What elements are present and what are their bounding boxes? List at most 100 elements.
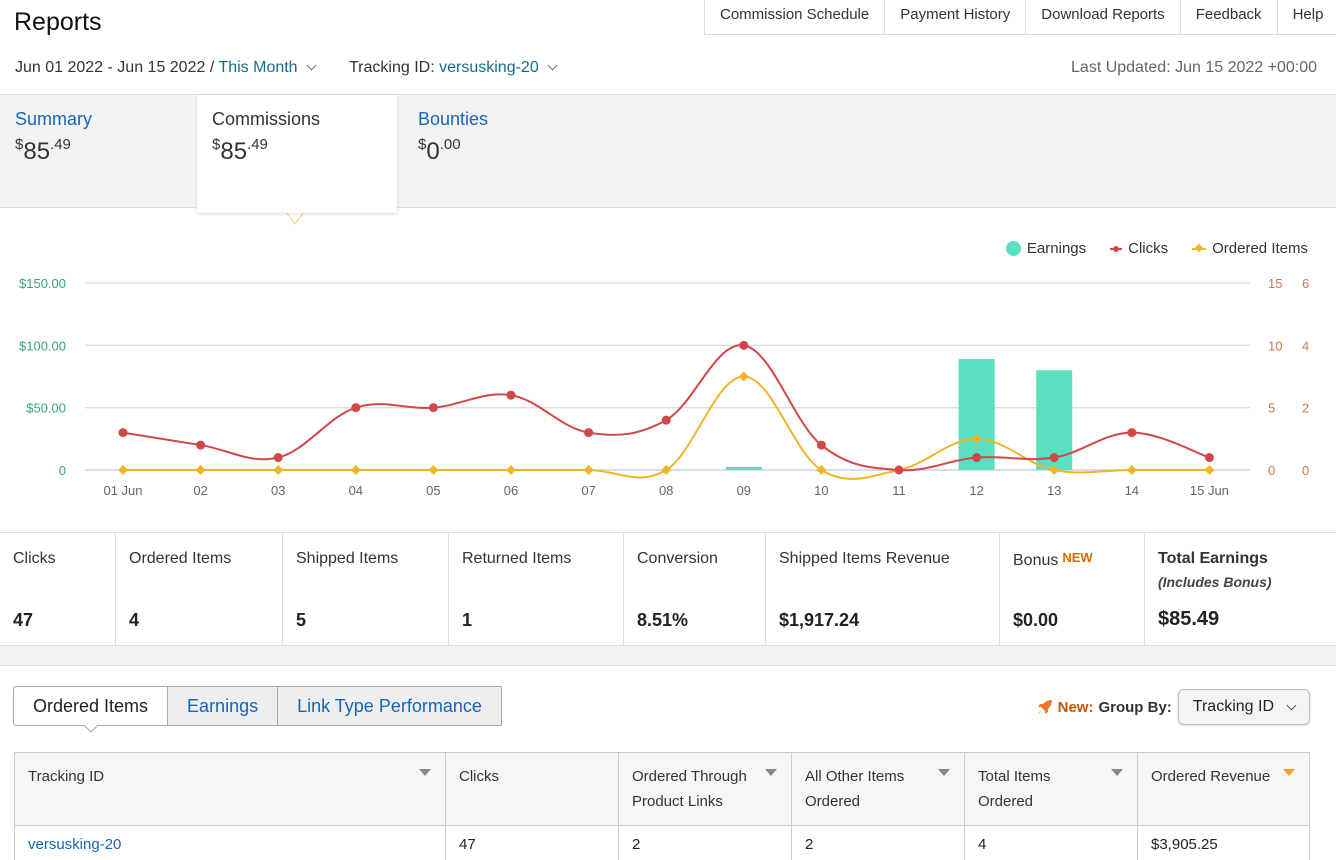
clicks-point bbox=[584, 428, 594, 438]
chevron-down-icon bbox=[1286, 700, 1297, 710]
sort-arrow-icon[interactable] bbox=[1111, 769, 1123, 776]
metric-ordered-items: Ordered Items 4 bbox=[116, 533, 283, 645]
ordered-items-point bbox=[506, 465, 516, 475]
period-label[interactable]: This Month bbox=[218, 59, 297, 76]
tab-link-type-performance[interactable]: Link Type Performance bbox=[277, 686, 502, 726]
x-axis-tick: 10 bbox=[814, 483, 828, 498]
clicks-point bbox=[972, 453, 982, 463]
col-ordered-revenue[interactable]: Ordered Revenue bbox=[1137, 752, 1310, 826]
x-axis-tick: 12 bbox=[969, 483, 983, 498]
ordered-items-point bbox=[1204, 465, 1215, 475]
tab-commissions[interactable]: Commissions $85.49 bbox=[197, 95, 397, 213]
col-ordered-through-product-links[interactable]: Ordered Through Product Links bbox=[618, 752, 792, 826]
x-axis-tick: 13 bbox=[1047, 483, 1061, 498]
chevron-down-icon[interactable] bbox=[306, 60, 317, 71]
metrics-row: Clicks 47 Ordered Items 4 Shipped Items 5 R… bbox=[0, 532, 1336, 646]
clicks-point bbox=[118, 428, 128, 438]
group-by-select[interactable]: Tracking ID bbox=[1177, 689, 1310, 725]
right-axis-tick: 5 bbox=[1268, 401, 1275, 416]
sort-arrow-icon[interactable] bbox=[419, 769, 431, 776]
ordered-items-point bbox=[428, 465, 439, 475]
cell-other-items: 2 bbox=[791, 825, 965, 860]
table-row: versusking-20 47 2 2 4 $3,905.25 bbox=[14, 825, 1310, 860]
download-reports-link[interactable]: Download Reports bbox=[1026, 0, 1181, 34]
ordered-items-point bbox=[1126, 465, 1137, 475]
x-axis-tick: 15 Jun bbox=[1190, 483, 1229, 498]
tab-earnings[interactable]: Earnings bbox=[167, 686, 279, 726]
sort-arrow-icon[interactable] bbox=[1283, 769, 1295, 776]
date-range-selector[interactable]: Jun 01 2022 - Jun 15 2022 / This Month bbox=[15, 59, 319, 77]
chevron-down-icon[interactable] bbox=[547, 60, 558, 71]
ordered-items-point bbox=[273, 465, 284, 475]
clicks-point bbox=[894, 465, 904, 475]
date-range-text: Jun 01 2022 - Jun 15 2022 bbox=[15, 59, 206, 76]
tab-ordered-items[interactable]: Ordered Items bbox=[13, 686, 169, 726]
help-link[interactable]: Help bbox=[1278, 0, 1336, 34]
top-nav: Commission Schedule Payment History Down… bbox=[704, 0, 1336, 35]
sort-arrow-icon[interactable] bbox=[938, 769, 950, 776]
metric-returned-items: Returned Items 1 bbox=[449, 533, 624, 645]
sort-arrow-icon[interactable] bbox=[765, 769, 777, 776]
metric-total-earnings: Total Earnings (Includes Bonus) $85.49 bbox=[1158, 550, 1272, 630]
tracking-id-selector[interactable]: Tracking ID: versusking-20 bbox=[349, 59, 560, 77]
x-axis-tick: 03 bbox=[271, 483, 285, 498]
clicks-point bbox=[1204, 453, 1214, 463]
tab-summary-label[interactable]: Summary bbox=[15, 109, 185, 130]
clicks-point bbox=[351, 403, 361, 413]
left-axis-tick: $150.00 bbox=[19, 276, 66, 291]
metric-clicks: Clicks 47 bbox=[0, 533, 116, 645]
x-axis-tick: 11 bbox=[892, 483, 906, 498]
feedback-link[interactable]: Feedback bbox=[1181, 0, 1278, 34]
active-tab-pointer-icon bbox=[84, 725, 98, 733]
clicks-point bbox=[506, 390, 516, 400]
page-title: Reports bbox=[14, 8, 102, 36]
ordered-items-point bbox=[350, 465, 361, 475]
tab-commissions-label: Commissions bbox=[212, 109, 321, 129]
earnings-chart: 0 0 0 $50.00 5 2 $100.00 10 4 $150.00 15 6 01 Jun 02 0… bbox=[19, 276, 1309, 498]
table-header-row: Tracking ID Clicks Ordered Through Produ… bbox=[14, 752, 1310, 826]
tab-summary[interactable]: Summary $85.49 bbox=[0, 95, 200, 209]
payment-history-link[interactable]: Payment History bbox=[885, 0, 1027, 34]
commission-schedule-link[interactable]: Commission Schedule bbox=[705, 0, 886, 34]
date-separator: / bbox=[209, 59, 215, 76]
rocket-icon bbox=[1037, 700, 1052, 714]
new-label: New: bbox=[1057, 698, 1094, 716]
right2-axis-tick: 2 bbox=[1302, 401, 1309, 416]
cell-ordered-through-links: 2 bbox=[618, 825, 792, 860]
col-clicks[interactable]: Clicks bbox=[445, 752, 619, 826]
col-tracking-id[interactable]: Tracking ID bbox=[14, 752, 446, 826]
x-axis-tick: 09 bbox=[737, 483, 751, 498]
commissions-amount: $85.49 bbox=[212, 136, 268, 165]
cell-ordered-revenue: $3,905.25 bbox=[1137, 825, 1310, 860]
ordered-items-point bbox=[738, 371, 749, 382]
x-axis-tick: 01 Jun bbox=[103, 483, 142, 498]
x-axis-tick: 07 bbox=[581, 483, 595, 498]
clicks-point bbox=[428, 403, 438, 413]
x-axis-tick: 06 bbox=[504, 483, 518, 498]
cell-tracking-id[interactable]: versusking-20 bbox=[14, 825, 446, 860]
right2-axis-tick: 6 bbox=[1302, 276, 1309, 291]
x-axis-tick: 05 bbox=[426, 483, 440, 498]
right-axis-tick: 10 bbox=[1268, 338, 1282, 353]
ordered-items-point bbox=[195, 465, 206, 475]
tracking-id-value[interactable]: versusking-20 bbox=[439, 59, 539, 76]
clicks-point bbox=[1127, 428, 1137, 438]
bounties-amount: $0.00 bbox=[418, 136, 461, 165]
new-badge: NEW bbox=[1062, 550, 1093, 565]
last-updated: Last Updated: Jun 15 2022 +00:00 bbox=[1071, 59, 1317, 76]
col-all-other-items-ordered[interactable]: All Other Items Ordered bbox=[791, 752, 965, 826]
x-axis-tick: 02 bbox=[193, 483, 207, 498]
metric-shipped-items: Shipped Items 5 bbox=[283, 533, 449, 645]
section-divider bbox=[0, 646, 1336, 666]
tab-bounties[interactable]: Bounties $0.00 bbox=[403, 95, 603, 209]
x-axis-tick: 14 bbox=[1125, 483, 1139, 498]
ordered-items-point bbox=[583, 465, 594, 475]
summary-band: Summary $85.49 Commissions $85.49 Bounti… bbox=[0, 94, 1336, 213]
col-total-items-ordered[interactable]: Total Items Ordered bbox=[964, 752, 1138, 826]
tab-bounties-label[interactable]: Bounties bbox=[418, 109, 588, 130]
clicks-point bbox=[816, 440, 826, 450]
x-axis-tick: 08 bbox=[659, 483, 673, 498]
right2-axis-tick: 0 bbox=[1302, 463, 1309, 478]
summary-amount: $85.49 bbox=[15, 136, 71, 165]
cell-total-items: 4 bbox=[964, 825, 1138, 860]
